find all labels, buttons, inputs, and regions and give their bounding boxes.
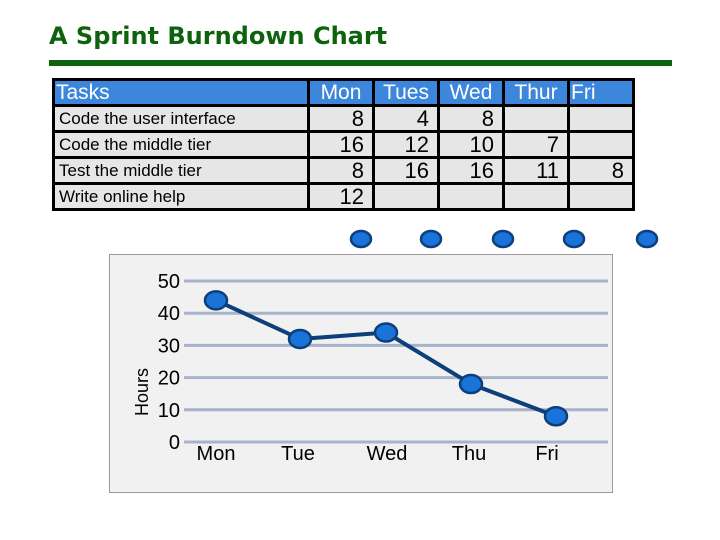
y-tick-label: 10 — [158, 400, 180, 422]
burndown-chart: 0 10 20 30 40 50 Mon Tue Wed Thu Fri Hours — [132, 271, 608, 465]
x-tick-labels: Mon Tue Wed Thu Fri — [197, 443, 559, 465]
y-tick-label: 20 — [158, 368, 180, 390]
y-tick-label: 0 — [169, 432, 180, 454]
data-point-fri — [543, 405, 569, 427]
x-tick-label: Mon — [197, 443, 236, 465]
x-tick-label: Tue — [281, 443, 315, 465]
series-line-path — [215, 298, 557, 419]
data-point-tue — [287, 328, 313, 350]
x-tick-label: Fri — [535, 443, 558, 465]
x-tick-label: Thu — [452, 443, 486, 465]
y-axis-label: Hours — [132, 368, 152, 416]
data-point-thu — [458, 373, 484, 395]
data-points — [203, 290, 569, 427]
series-line — [215, 298, 557, 419]
data-point-wed — [373, 322, 399, 343]
data-point-mon — [203, 290, 229, 311]
y-tick-label: 30 — [158, 335, 180, 357]
y-tick-label: 40 — [158, 303, 180, 325]
y-tick-label: 50 — [158, 271, 180, 293]
y-tick-labels: 0 10 20 30 40 50 — [158, 271, 180, 454]
x-tick-label: Wed — [367, 443, 408, 465]
